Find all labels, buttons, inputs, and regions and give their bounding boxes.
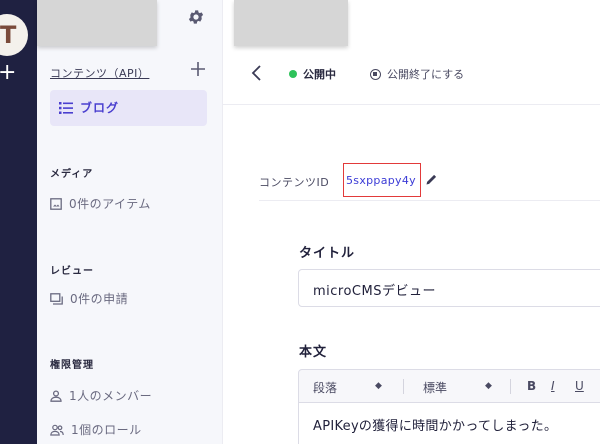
member-icon bbox=[50, 389, 62, 402]
body-editor[interactable]: APIKeyの獲得に時間かかってしまった。 bbox=[298, 403, 600, 444]
status-label: 公開中 bbox=[303, 68, 336, 81]
sidebar-item-label: ブログ bbox=[80, 101, 120, 115]
gear-icon[interactable] bbox=[187, 8, 205, 26]
content-id-value: 5sxppapy4y bbox=[343, 163, 421, 197]
size-select-caret-icon: ◆ bbox=[485, 381, 492, 391]
page-title-placeholder bbox=[234, 0, 348, 46]
paragraph-select[interactable]: 段落 bbox=[313, 379, 337, 396]
status-dot-icon bbox=[289, 70, 297, 78]
app-rail: T + bbox=[0, 0, 37, 444]
edit-pencil-icon[interactable] bbox=[425, 173, 438, 186]
section-heading-review: レビュー bbox=[50, 266, 94, 277]
image-icon bbox=[50, 197, 62, 210]
add-api-icon[interactable] bbox=[189, 60, 207, 78]
unpublish-button[interactable]: 公開終了にする bbox=[370, 66, 464, 82]
sidebar-item-blog[interactable]: ブログ bbox=[50, 90, 207, 126]
avatar-initial: T bbox=[0, 21, 17, 49]
section-heading-media: メディア bbox=[50, 169, 94, 180]
content-id-row: コンテンツID 5sxppapy4y bbox=[259, 161, 600, 201]
sidebar: コンテンツ（API） ブログ メディア 0件のアイテム レビュー 0件の申請 権… bbox=[37, 0, 223, 444]
sidebar-item-label: 0件の申請 bbox=[70, 292, 129, 306]
toolbar-divider bbox=[510, 379, 511, 394]
body-field-label: 本文 bbox=[299, 345, 328, 360]
list-icon bbox=[59, 102, 73, 114]
sidebar-item-label: 0件のアイテム bbox=[69, 197, 151, 211]
toolbar-divider bbox=[403, 379, 404, 394]
paragraph-select-caret-icon: ◆ bbox=[375, 381, 382, 391]
sidebar-item-members[interactable]: 1人のメンバー bbox=[50, 387, 152, 404]
underline-button[interactable]: U bbox=[575, 379, 584, 393]
account-avatar[interactable]: T bbox=[0, 14, 28, 56]
section-heading-permissions: 権限管理 bbox=[50, 360, 94, 371]
title-field-label: タイトル bbox=[299, 246, 356, 261]
rich-text-toolbar: 段落 ◆ 標準 ◆ B I U bbox=[298, 369, 600, 403]
content-header: 公開中 公開終了にする bbox=[223, 0, 600, 105]
sidebar-item-media[interactable]: 0件のアイテム bbox=[50, 195, 151, 212]
stop-icon bbox=[370, 68, 381, 80]
content-id-label: コンテンツID bbox=[259, 176, 330, 189]
add-service-icon[interactable]: + bbox=[0, 62, 18, 84]
size-select[interactable]: 標準 bbox=[423, 379, 447, 396]
sidebar-item-review[interactable]: 0件の申請 bbox=[50, 290, 128, 307]
bold-button[interactable]: B bbox=[527, 379, 536, 393]
sidebar-item-label: 1個のロール bbox=[71, 423, 142, 437]
publish-status: 公開中 bbox=[289, 66, 336, 82]
roles-icon bbox=[50, 424, 64, 436]
content-api-link[interactable]: コンテンツ（API） bbox=[50, 65, 149, 81]
service-logo-placeholder bbox=[37, 0, 157, 46]
review-icon bbox=[50, 292, 63, 305]
sidebar-item-roles[interactable]: 1個のロール bbox=[50, 421, 142, 438]
italic-button[interactable]: I bbox=[551, 379, 555, 393]
title-input[interactable]: microCMSデビュー bbox=[298, 269, 600, 307]
unpublish-label: 公開終了にする bbox=[387, 68, 465, 81]
sidebar-item-label: 1人のメンバー bbox=[69, 389, 153, 403]
chevron-left-icon[interactable] bbox=[250, 64, 264, 82]
